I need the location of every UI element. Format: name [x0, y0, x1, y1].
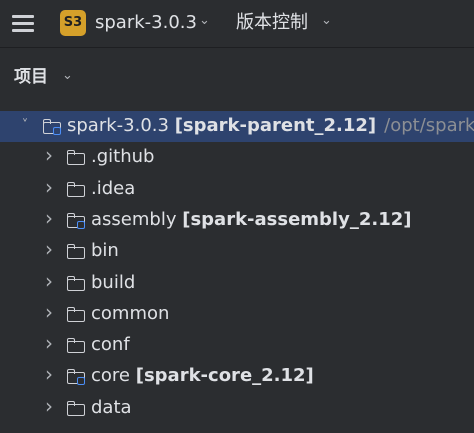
panel-title[interactable]: 项目	[14, 65, 48, 89]
folder-icon	[67, 400, 86, 416]
folder-icon	[67, 275, 86, 291]
tree-item-label: conf	[91, 333, 130, 357]
chevron-right-icon[interactable]: ›	[42, 145, 56, 165]
chevron-right-icon[interactable]: ›	[42, 271, 56, 291]
tree-row[interactable]: › assembly [spark-assembly_2.12]	[0, 205, 474, 236]
tree-item-name: data	[91, 396, 132, 418]
tree-item-name: bin	[91, 240, 119, 262]
tree-row[interactable]: › data	[0, 393, 474, 424]
chevron-right-icon[interactable]: ›	[42, 208, 56, 228]
tree-item-path: /opt/spark	[384, 115, 474, 136]
main-menu-icon[interactable]	[12, 13, 34, 33]
tree-item-module: [spark-assembly_2.12]	[182, 208, 412, 230]
tree-row[interactable]: ˅ spark-3.0.3 [spark-parent_2.12] /opt/spa…	[0, 111, 474, 142]
tree-item-label: .idea	[91, 177, 135, 201]
folder-icon	[67, 244, 86, 260]
tree-item-name: core	[91, 365, 130, 387]
tree-row[interactable]: › .github	[0, 142, 474, 173]
module-folder-icon	[43, 119, 62, 135]
project-badge[interactable]: S3	[60, 10, 86, 36]
tree-item-name: .idea	[91, 177, 136, 199]
chevron-right-icon[interactable]: ›	[42, 333, 56, 353]
chevron-right-icon[interactable]: ›	[42, 177, 56, 197]
tree-row[interactable]: › bin	[0, 236, 474, 267]
tree-row[interactable]: › build	[0, 268, 474, 299]
folder-icon	[67, 306, 86, 322]
tree-item-name: .github	[91, 146, 155, 168]
folder-icon	[67, 181, 86, 197]
folder-icon	[67, 150, 86, 166]
chevron-down-icon[interactable]: ⌄	[62, 68, 73, 83]
tree-item-module: [spark-core_2.12]	[135, 365, 314, 387]
tree-item-label: data	[91, 396, 132, 420]
tree-item-label: build	[91, 271, 135, 295]
chevron-right-icon[interactable]: ›	[42, 239, 56, 259]
title-bar: S3 spark-3.0.3 ⌄ 版本控制 ⌄	[0, 0, 474, 48]
tree-item-name: assembly	[91, 208, 177, 230]
tree-row[interactable]: › conf	[0, 330, 474, 361]
tree-item-label: .github	[91, 145, 154, 169]
tree-item-label: bin	[91, 239, 119, 263]
project-panel: 项目 ⌄ ˅ spark-3.0.3 [spark-parent_2.12] /op…	[0, 49, 474, 433]
tree-item-label: core [spark-core_2.12]	[91, 364, 314, 388]
tree-item-name: common	[91, 302, 170, 324]
tree-item-label: spark-3.0.3 [spark-parent_2.12] /opt/spar…	[67, 114, 474, 138]
module-folder-icon	[67, 212, 86, 229]
chevron-down-icon[interactable]: ˅	[18, 117, 32, 135]
folder-icon	[67, 338, 86, 354]
tree-item-name: build	[91, 271, 136, 293]
chevron-down-icon[interactable]: ⌄	[321, 13, 332, 28]
tree-row[interactable]: › core [spark-core_2.12]	[0, 361, 474, 392]
module-folder-icon	[67, 369, 86, 386]
chevron-right-icon[interactable]: ›	[42, 364, 56, 384]
vcs-menu[interactable]: 版本控制	[236, 11, 308, 35]
tree-item-name: spark-3.0.3	[67, 115, 169, 136]
tree-row[interactable]: › common	[0, 299, 474, 330]
tree-item-name: conf	[91, 334, 130, 356]
tree-item-module: [spark-parent_2.12]	[174, 115, 377, 136]
chevron-down-icon[interactable]: ⌄	[199, 13, 210, 28]
chevron-right-icon[interactable]: ›	[42, 396, 56, 416]
tree-item-label: common	[91, 302, 169, 326]
chevron-right-icon[interactable]: ›	[42, 302, 56, 322]
project-selector[interactable]: spark-3.0.3	[95, 11, 197, 35]
tree-item-label: assembly [spark-assembly_2.12]	[91, 208, 411, 232]
tree-row[interactable]: › .idea	[0, 174, 474, 205]
